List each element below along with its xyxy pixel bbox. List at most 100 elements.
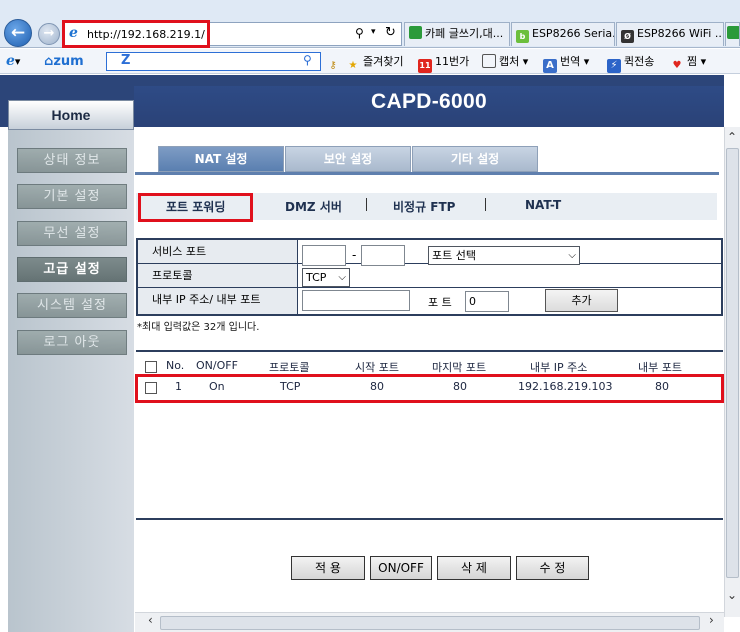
home-icon: ⌂	[44, 54, 54, 69]
table-bottom-line	[136, 518, 723, 520]
internal-port-input[interactable]: 0	[465, 291, 509, 312]
port-forwarding-highlight-box	[138, 193, 253, 222]
max-entries-note: *최대 입력값은 32개 입니다.	[137, 322, 260, 333]
vertical-scroll-thumb[interactable]	[726, 148, 739, 578]
end-port-input[interactable]	[361, 245, 405, 266]
tab-label: ESP8266 WiFi ...	[637, 27, 724, 40]
chevron-down-icon[interactable]: ▾	[371, 27, 376, 37]
favorites-button[interactable]: ★ 즐겨찾기	[346, 53, 404, 71]
rule-row-highlight-box	[135, 374, 724, 403]
start-port-input[interactable]	[302, 245, 346, 266]
scroll-down-icon[interactable]: ⌄	[727, 588, 737, 602]
browser-tab-cafe[interactable]: 카페 글쓰기,대...	[404, 22, 510, 46]
subtab-divider	[485, 198, 486, 211]
horizontal-scroll-thumb[interactable]	[160, 616, 700, 630]
protocol-label: 프로토콜	[138, 264, 298, 288]
shop-11st-icon: 11	[418, 59, 432, 73]
search-icon[interactable]: ⚲	[303, 53, 312, 67]
zum-search-input[interactable]: Z ⚲	[106, 52, 321, 71]
ie-menu-icon[interactable]: e▾	[6, 53, 20, 70]
subtab-divider	[366, 198, 367, 211]
capture-button[interactable]: 캡처 ▾	[482, 53, 528, 70]
add-button[interactable]: 추가	[545, 289, 618, 312]
sidebar-item-status[interactable]: 상태 정보	[17, 148, 127, 173]
tab-other-settings[interactable]: 기타 설정	[412, 146, 538, 172]
tab-nat-settings[interactable]: NAT 설정	[158, 146, 284, 172]
chevron-down-icon: ⌵	[338, 272, 346, 283]
col-header-protocol: 프로토콜	[269, 361, 310, 374]
col-header-onoff: ON/OFF	[196, 359, 238, 372]
key-icon[interactable]: ⚷	[326, 53, 343, 71]
port-label: 포 트	[428, 296, 452, 309]
tab-label: 카페 글쓰기,대...	[425, 27, 504, 40]
capture-label: 캡처	[499, 55, 520, 68]
blog-favicon-icon: b	[516, 30, 529, 43]
zum-logo[interactable]: ⌂zum	[44, 53, 84, 70]
internal-ip-input[interactable]	[302, 290, 410, 311]
chevron-down-icon: ⌵	[568, 250, 576, 261]
delivery-button[interactable]: ⚡ 퀵전송	[607, 53, 655, 73]
home-tab[interactable]: Home	[8, 100, 134, 130]
col-header-internal-ip: 내부 IP 주소	[530, 361, 588, 374]
onoff-button[interactable]: ON/OFF	[370, 556, 432, 580]
scroll-right-icon[interactable]: ›	[709, 613, 714, 627]
sidebar-item-advanced[interactable]: 고급 설정	[17, 257, 127, 282]
zum-search-logo: Z	[121, 53, 131, 68]
translate-button[interactable]: A 번역 ▾	[543, 53, 589, 73]
form-row-divider	[298, 287, 721, 288]
capture-icon	[482, 54, 496, 68]
browser-tab-esp-serial[interactable]: b ESP8266 Seria...	[511, 22, 615, 46]
edit-button[interactable]: 수 정	[516, 556, 589, 580]
translate-icon: A	[543, 59, 557, 73]
tab-security-settings[interactable]: 보안 설정	[285, 146, 411, 172]
scroll-left-icon[interactable]: ‹	[148, 613, 153, 627]
zum-label: zum	[53, 54, 84, 69]
forward-icon[interactable]: →	[38, 23, 60, 45]
col-header-start-port: 시작 포트	[355, 361, 399, 374]
scroll-up-icon[interactable]: ⌃	[727, 130, 737, 144]
subtab-dmz-server[interactable]: DMZ 서버	[285, 198, 342, 215]
port-range-dash: -	[352, 248, 357, 262]
quick-send-icon: ⚡	[607, 59, 621, 73]
internal-port-value: 0	[469, 295, 476, 308]
select-all-checkbox[interactable]	[145, 361, 157, 373]
subtab-nonstandard-ftp[interactable]: 비정규 FTP	[393, 198, 455, 215]
delivery-label: 퀵전송	[624, 55, 655, 68]
iot-favicon-icon: Ø	[621, 30, 634, 43]
wishlist-button[interactable]: ♥ 찜 ▾	[670, 53, 707, 71]
wishlist-label: 찜	[687, 55, 698, 68]
internal-ip-port-label: 내부 IP 주소/ 내부 포트	[138, 288, 298, 314]
col-header-no: No.	[166, 359, 185, 372]
favorites-label: 즐겨찾기	[363, 55, 404, 68]
sidebar-item-basic[interactable]: 기본 설정	[17, 184, 127, 209]
col-header-end-port: 마지막 포트	[432, 361, 487, 374]
back-icon[interactable]: ←	[4, 19, 32, 47]
sidebar-item-logout[interactable]: 로그 아웃	[17, 330, 127, 355]
col-header-internal-port: 내부 포트	[638, 361, 682, 374]
search-icon[interactable]: ⚲	[355, 26, 364, 40]
star-icon: ★	[348, 60, 358, 71]
cafe-favicon-icon	[727, 26, 739, 39]
subtab-nat-t[interactable]: NAT-T	[525, 198, 561, 212]
tab-label: ESP8266 Seria...	[532, 27, 615, 40]
delete-button[interactable]: 삭 제	[437, 556, 511, 580]
sidebar-item-wireless[interactable]: 무선 설정	[17, 221, 127, 246]
translate-label: 번역	[560, 55, 581, 68]
browser-tab-esp-wifi[interactable]: Ø ESP8266 WiFi ...	[616, 22, 724, 46]
cafe-favicon-icon	[409, 26, 422, 39]
port-select-dropdown[interactable]: 포트 선택 ⌵	[428, 246, 580, 265]
port-select-value: 포트 선택	[432, 249, 476, 262]
refresh-icon[interactable]: ↻	[385, 25, 396, 40]
shop-label: 11번가	[435, 55, 470, 68]
tab-underline	[135, 172, 719, 175]
shop-button[interactable]: 11 11번가	[418, 53, 470, 73]
protocol-value: TCP	[306, 271, 327, 284]
url-highlight-box	[62, 20, 210, 48]
heart-icon: ♥	[672, 60, 682, 71]
apply-button[interactable]: 적 용	[291, 556, 365, 580]
device-title: CAPD-6000	[371, 90, 487, 113]
sidebar-item-system[interactable]: 시스템 설정	[17, 293, 127, 318]
browser-tab-partial[interactable]	[725, 22, 740, 46]
service-port-label: 서비스 포트	[138, 240, 298, 264]
protocol-dropdown[interactable]: TCP ⌵	[302, 268, 350, 287]
